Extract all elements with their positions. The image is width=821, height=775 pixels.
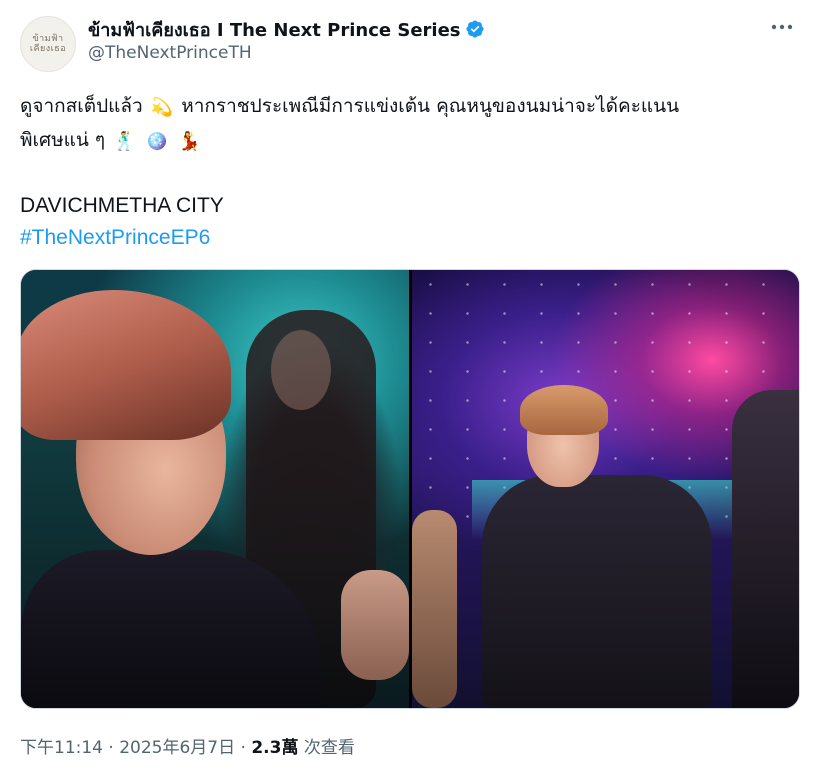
woman-dancing-emoji-icon: 💃: [178, 131, 201, 152]
display-name[interactable]: ข้ามฟ้าเคียงเธอ I The Next Prince Series: [88, 15, 485, 44]
background-woman-face: [271, 330, 331, 410]
tweet-city-text: DAVICHMETHA CITY: [20, 194, 224, 217]
tweet-text-segment: หากราชประเพณีมีการแข่งเต้น คุณหนูของนมน่…: [181, 95, 680, 117]
photo-1[interactable]: [21, 270, 409, 708]
tweet-time[interactable]: 下午11:14: [20, 738, 103, 758]
avatar[interactable]: ข้ามฟ้า เคียงเธอ: [20, 16, 76, 72]
tweet-text: ดูจากสเต็ปแล้ว 💫 หากราชประเพณีมีการแข่งเ…: [20, 90, 801, 254]
separator-dot: ·: [240, 738, 246, 758]
left-dancer-arm: [412, 510, 457, 708]
views-label: 次查看: [303, 738, 355, 758]
user-handle[interactable]: @TheNextPrinceTH: [88, 43, 252, 63]
tweet-line-2: พิเศษแน่ ๆ 🕺 🪩 💃: [20, 124, 801, 158]
avatar-logo-text: ข้ามฟ้า เคียงเธอ: [29, 34, 67, 54]
man-body: [482, 475, 712, 708]
hand: [341, 570, 409, 680]
man-hair: [21, 290, 231, 440]
man-dancing-emoji-icon: 🕺: [113, 131, 136, 152]
hashtag-link[interactable]: #TheNextPrinceEP6: [20, 222, 801, 254]
tweet-text-segment: พิเศษแน่ ๆ: [20, 129, 106, 151]
display-name-text[interactable]: ข้ามฟ้าเคียงเธอ I The Next Prince Series: [88, 20, 461, 41]
more-horizontal-icon: [771, 24, 793, 30]
dizzy-emoji-icon: 💫: [150, 97, 174, 118]
tweet-text-segment: ดูจากสเต็ปแล้ว: [20, 95, 143, 117]
mirror-ball-emoji-icon: 🪩: [145, 131, 169, 152]
tweet-date[interactable]: 2025年6月7日: [119, 738, 235, 758]
tweet-footer: 下午11:14 · 2025年6月7日 · 2.3萬 次查看: [20, 733, 355, 758]
man-hair: [520, 385, 608, 435]
tweet-header: ข้ามฟ้า เคียงเธอ ข้ามฟ้าเคียงเธอ I The N…: [20, 10, 801, 72]
tweet-line-1: ดูจากสเต็ปแล้ว 💫 หากราชประเพณีมีการแข่งเ…: [20, 90, 801, 124]
separator-dot: ·: [108, 738, 114, 758]
verified-badge-icon: [465, 20, 484, 38]
media-grid: [20, 269, 800, 709]
right-dancer: [732, 390, 799, 708]
more-options-button[interactable]: [767, 16, 797, 38]
views-count: 2.3萬: [251, 738, 299, 758]
photo-2[interactable]: [412, 270, 799, 708]
